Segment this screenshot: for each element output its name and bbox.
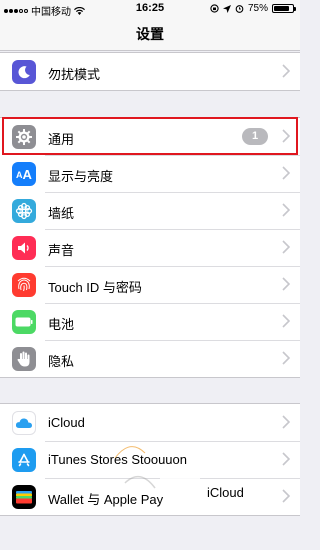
speaker-icon xyxy=(12,236,36,260)
alarm-icon xyxy=(235,5,244,13)
chevron-right-icon xyxy=(282,489,290,503)
settings-row-touch-id-passcode[interactable]: Touch ID 与密码 xyxy=(0,266,300,303)
settings-row-label: 显示与亮度 xyxy=(48,169,114,184)
cloud-icon xyxy=(12,411,36,435)
chevron-right-icon xyxy=(282,277,290,291)
gear-icon xyxy=(12,125,36,149)
settings-row-label: 墙纸 xyxy=(48,206,75,221)
chevron-right-icon xyxy=(282,240,290,254)
overlay-text: iCloud xyxy=(207,485,244,500)
settings-row-label: iCloud xyxy=(48,415,85,430)
settings-row-do-not-disturb[interactable]: 勿扰模式 xyxy=(0,53,300,90)
rotation-lock-icon xyxy=(210,4,219,13)
settings-row-icloud[interactable]: iCloud xyxy=(0,404,300,441)
wallet-icon xyxy=(12,485,36,509)
battery-icon xyxy=(12,310,36,334)
settings-row-label: 通用 xyxy=(48,132,75,147)
settings-row-label: 电池 xyxy=(48,317,75,332)
settings-row-general[interactable]: 通用 1 xyxy=(0,118,300,155)
settings-row-wallpaper[interactable]: 墙纸 xyxy=(0,192,300,229)
settings-row-wallet-apple-pay[interactable]: Wallet 与 Apple Pay xyxy=(0,478,300,515)
chevron-right-icon xyxy=(282,415,290,429)
chevron-right-icon xyxy=(282,452,290,466)
status-bar: 中国移动 16:25 75% xyxy=(0,0,300,18)
page-title: 设置 xyxy=(136,26,164,42)
settings-row-battery[interactable]: 电池 xyxy=(0,303,300,340)
text-size-icon: AA xyxy=(12,162,36,186)
update-badge: 1 xyxy=(242,128,268,145)
hand-icon xyxy=(12,347,36,371)
settings-screen: 中国移动 16:25 75% 设置 勿扰模式 通用 1 A A 显示与亮度 墙纸… xyxy=(0,0,300,550)
settings-group-3: iCloud iTunes Stores Stoouuon Wallet 与 A… xyxy=(0,403,300,516)
navigation-bar: 设置 xyxy=(0,18,300,51)
settings-row-label: 隐私 xyxy=(48,354,75,369)
settings-group-1: 勿扰模式 xyxy=(0,52,300,91)
fingerprint-icon xyxy=(12,273,36,297)
settings-row-display-brightness[interactable]: AA 显示与亮度 xyxy=(0,155,300,192)
settings-row-label: 声音 xyxy=(48,243,75,258)
chevron-right-icon xyxy=(282,129,290,143)
settings-group-2: 通用 1 AA 显示与亮度 墙纸 声音 Touch ID 与密码 电池 隐私 xyxy=(0,117,300,378)
settings-row-itunes-app-store[interactable]: iTunes Stores Stoouuon xyxy=(0,441,300,478)
settings-row-sounds[interactable]: 声音 xyxy=(0,229,300,266)
flower-icon xyxy=(12,199,36,223)
settings-row-label: Wallet 与 Apple Pay xyxy=(48,492,164,507)
chevron-right-icon xyxy=(282,166,290,180)
settings-row-label: iTunes Stores Stoouuon xyxy=(48,452,187,467)
chevron-right-icon xyxy=(282,314,290,328)
chevron-right-icon xyxy=(282,64,290,78)
settings-row-privacy[interactable]: 隐私 xyxy=(0,340,300,377)
settings-row-label: 勿扰模式 xyxy=(48,67,101,82)
battery-percent: 75% xyxy=(247,3,268,14)
moon-icon xyxy=(12,60,36,84)
status-right: 75% xyxy=(210,3,296,14)
app-store-icon xyxy=(12,448,36,472)
battery-indicator-icon xyxy=(272,4,296,13)
chevron-right-icon xyxy=(282,203,290,217)
location-icon xyxy=(222,4,231,13)
settings-row-label: Touch ID 与密码 xyxy=(48,280,142,295)
chevron-right-icon xyxy=(282,351,290,365)
